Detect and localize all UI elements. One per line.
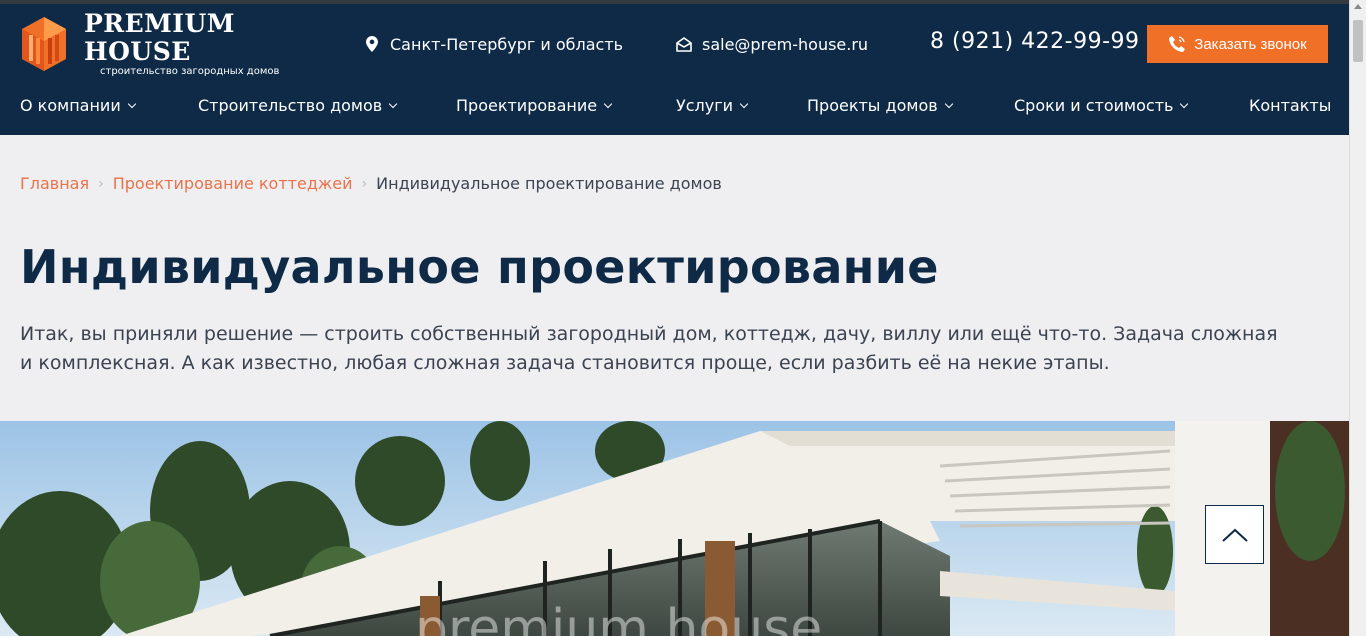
location-text: Санкт-Петербург и область — [390, 34, 624, 54]
breadcrumb-home[interactable]: Главная — [20, 174, 89, 193]
nav-item-projects[interactable]: Проекты домов — [807, 96, 953, 115]
email-link[interactable]: sale@prem-house.ru — [702, 35, 868, 54]
nav-item-prices[interactable]: Сроки и стоимость — [1014, 96, 1189, 115]
nav-label: Строительство домов — [198, 96, 383, 115]
intro-line: и комплексная. А как известно, любая сло… — [20, 352, 1110, 374]
chevron-down-icon — [1180, 99, 1189, 108]
image-watermark: premium house — [415, 599, 822, 636]
nav-label: Услуги — [676, 96, 734, 115]
top-strip — [0, 0, 1349, 4]
order-call-button[interactable]: Заказать звонок — [1147, 25, 1328, 63]
page-title: Индивидуальное проектирование — [20, 240, 939, 294]
main-nav: О компании Строительство домов Проектиро… — [0, 96, 1349, 122]
order-call-label: Заказать звонок — [1194, 35, 1307, 53]
scroll-thumb[interactable] — [1353, 20, 1363, 62]
nav-item-design[interactable]: Проектирование — [456, 96, 613, 115]
logo-title: PREMIUM HOUSE — [84, 9, 235, 66]
phone-number[interactable]: 8 (921) 422-99-99 — [930, 29, 1140, 54]
breadcrumb: Главная › Проектирование коттеджей › Инд… — [20, 174, 722, 193]
nav-item-construction[interactable]: Строительство домов — [198, 96, 398, 115]
chevron-down-icon — [739, 99, 749, 108]
nav-label: Контакты — [1249, 96, 1332, 115]
chevron-down-icon — [944, 99, 953, 108]
chevron-down-icon — [127, 99, 136, 108]
page-scrollbar[interactable] — [1349, 0, 1366, 636]
nav-label: Проектирование — [456, 96, 598, 115]
nav-item-contacts[interactable]: Контакты — [1249, 96, 1331, 115]
site-header: PREMIUM HOUSE строительство загородных д… — [0, 0, 1349, 135]
logo-subtitle: строительство загородных домов — [100, 66, 280, 77]
site-logo[interactable]: PREMIUM HOUSE строительство загородных д… — [20, 10, 320, 77]
phone-volume-icon — [1168, 35, 1186, 53]
scroll-to-top-button[interactable] — [1205, 505, 1264, 564]
breadcrumb-separator-icon: › — [361, 175, 368, 192]
scroll-up-arrow-icon[interactable] — [1354, 4, 1362, 9]
envelope-open-icon — [676, 36, 692, 52]
breadcrumb-section[interactable]: Проектирование коттеджей — [113, 174, 353, 193]
map-pin-icon — [364, 36, 380, 52]
nav-item-services[interactable]: Услуги — [676, 96, 749, 115]
nav-label: Проекты домов — [807, 96, 938, 115]
location-info: Санкт-Петербург и область — [364, 32, 623, 56]
breadcrumb-current: Индивидуальное проектирование домов — [376, 174, 722, 193]
nav-label: О компании — [20, 96, 121, 115]
logo-mark-icon — [20, 15, 68, 73]
chevron-down-icon — [388, 99, 398, 108]
intro-text: Итак, вы приняли решение — строить собст… — [20, 320, 1300, 378]
chevron-up-icon — [1221, 528, 1248, 542]
intro-line: Итак, вы приняли решение — строить собст… — [20, 323, 1278, 345]
breadcrumb-separator-icon: › — [98, 175, 104, 192]
hero-image: premium house — [0, 421, 1349, 636]
email-info[interactable]: sale@prem-house.ru — [676, 32, 868, 56]
nav-item-about[interactable]: О компании — [20, 96, 136, 115]
chevron-down-icon — [603, 99, 613, 108]
nav-label: Сроки и стоимость — [1014, 96, 1174, 115]
